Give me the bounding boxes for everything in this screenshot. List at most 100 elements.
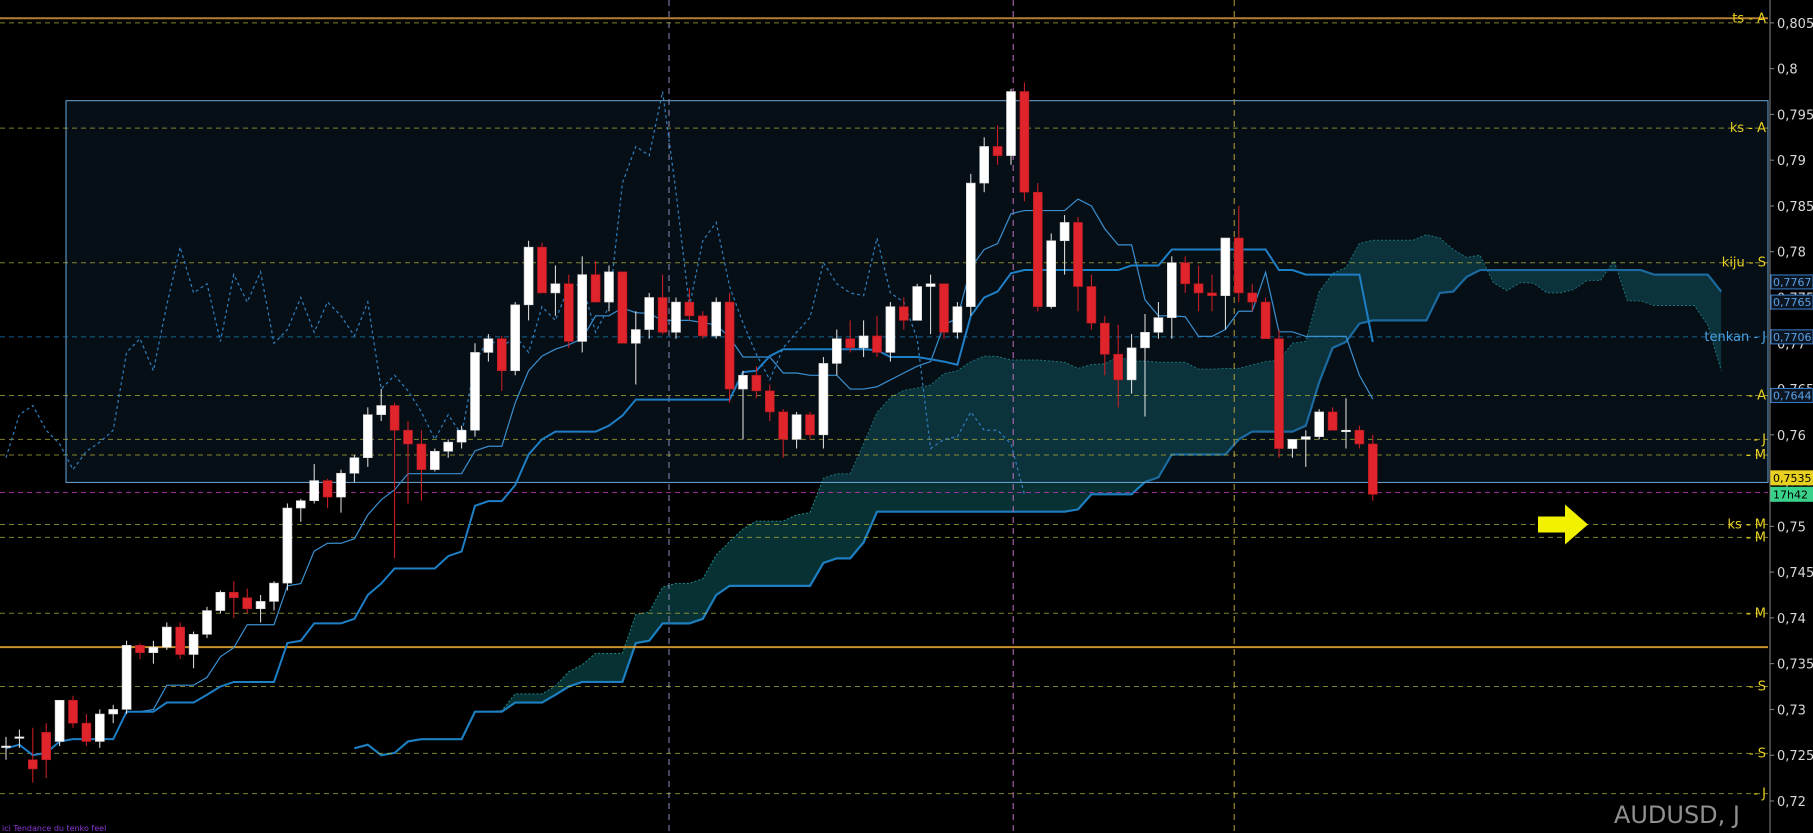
price-tag-text: 0,7767 bbox=[1773, 276, 1812, 289]
candle-body bbox=[255, 601, 266, 610]
candlestick-chart[interactable]: ts - Aks - Akiju - Stenkan - J- A- J- Mk… bbox=[0, 0, 1813, 833]
candle-body bbox=[282, 507, 293, 584]
axis-tick-label: 0,785 bbox=[1777, 200, 1813, 215]
candle-body bbox=[1260, 301, 1271, 339]
candle bbox=[563, 274, 574, 348]
candle-body bbox=[443, 441, 454, 452]
candle-body bbox=[1274, 338, 1284, 449]
candle bbox=[537, 242, 547, 294]
candle-body bbox=[1220, 237, 1231, 296]
candle bbox=[1368, 434, 1378, 501]
candle-body bbox=[322, 480, 333, 498]
corner-legend: ici Tendance du tenko feel bbox=[2, 824, 106, 833]
candle bbox=[54, 699, 65, 747]
candle bbox=[429, 448, 440, 472]
candle bbox=[510, 302, 521, 376]
candle bbox=[121, 640, 132, 714]
level-label-13: - S bbox=[1749, 746, 1766, 761]
candle-body bbox=[697, 315, 708, 337]
candle bbox=[711, 297, 722, 339]
candle-body bbox=[470, 352, 480, 431]
candle-body bbox=[577, 274, 588, 342]
candle-body bbox=[14, 736, 25, 739]
candle-body bbox=[644, 297, 655, 330]
price-tag-text: 0,7644 bbox=[1773, 389, 1812, 402]
candle-body bbox=[778, 411, 789, 440]
candle bbox=[1006, 88, 1016, 165]
candle-body bbox=[1140, 331, 1150, 349]
candle-body bbox=[1354, 429, 1365, 445]
candle bbox=[724, 292, 735, 403]
candle-body bbox=[898, 306, 909, 321]
candle-body bbox=[992, 146, 1003, 156]
candle-body bbox=[1100, 322, 1110, 355]
candle-body bbox=[563, 283, 574, 342]
candle bbox=[1314, 409, 1324, 440]
candle bbox=[1019, 82, 1030, 202]
level-label-5: - A bbox=[1748, 388, 1766, 403]
candle-body bbox=[724, 301, 735, 390]
candle-body bbox=[858, 335, 869, 349]
candle-body bbox=[537, 246, 547, 294]
candle-body bbox=[684, 301, 695, 317]
candle-body bbox=[1314, 411, 1324, 437]
axis-tick-label: 0,725 bbox=[1777, 749, 1813, 764]
candle-body bbox=[939, 283, 949, 333]
candle-body bbox=[121, 645, 132, 710]
candle-body bbox=[751, 375, 762, 392]
candle-body bbox=[188, 634, 199, 655]
candle-body bbox=[617, 271, 628, 344]
candle-body bbox=[1327, 411, 1338, 431]
candle-body bbox=[1086, 286, 1097, 324]
candle-body bbox=[1234, 237, 1244, 294]
candle bbox=[1274, 329, 1284, 458]
candle-body bbox=[831, 338, 842, 364]
candle-body bbox=[1046, 240, 1056, 307]
candle bbox=[215, 590, 226, 614]
candle-body bbox=[925, 283, 936, 287]
candle bbox=[885, 302, 896, 362]
candle-body bbox=[1033, 191, 1043, 307]
candle-body bbox=[95, 713, 105, 742]
candle bbox=[617, 271, 628, 344]
candle-body bbox=[229, 591, 239, 599]
candle bbox=[1260, 297, 1271, 339]
axis-tick-label: 0,8 bbox=[1777, 63, 1798, 78]
candle-body bbox=[1368, 443, 1378, 495]
price-tag-text: 17h42 bbox=[1773, 488, 1808, 501]
candle-body bbox=[657, 297, 668, 333]
candle-body bbox=[269, 582, 279, 602]
axis-tick-label: 0,76 bbox=[1777, 429, 1806, 444]
candle-body bbox=[27, 759, 38, 770]
level-label-6: - J bbox=[1753, 432, 1766, 447]
candle-body bbox=[711, 301, 722, 337]
candle-body bbox=[604, 271, 614, 303]
candle bbox=[965, 173, 976, 316]
axis-tick-label: 0,805 bbox=[1777, 17, 1813, 32]
candle-body bbox=[403, 429, 413, 445]
candle-body bbox=[979, 146, 990, 184]
level-label-0: ts - A bbox=[1732, 11, 1766, 26]
candle-body bbox=[1, 745, 11, 748]
candle-body bbox=[1019, 91, 1030, 193]
candle-body bbox=[362, 414, 373, 458]
level-label-10: - M bbox=[1746, 606, 1766, 621]
symbol-label: AUDUSD, J bbox=[1614, 801, 1740, 829]
candle-body bbox=[510, 304, 521, 372]
price-tag-text: 0,7765 bbox=[1773, 296, 1812, 309]
candle-body bbox=[349, 457, 360, 474]
candle-body bbox=[1153, 317, 1164, 333]
candle-body bbox=[148, 646, 159, 653]
candle bbox=[818, 357, 829, 449]
candle-body bbox=[295, 500, 306, 509]
candle-body bbox=[1180, 262, 1190, 285]
candle bbox=[362, 407, 373, 467]
level-label-3: kiju - S bbox=[1722, 256, 1766, 271]
candle-body bbox=[523, 246, 534, 306]
candle-body bbox=[738, 375, 748, 390]
candle-body bbox=[590, 274, 601, 303]
candle-body bbox=[952, 306, 963, 333]
candle-body bbox=[456, 429, 467, 443]
candle-body bbox=[1073, 222, 1083, 287]
axis-tick-label: 0,72 bbox=[1777, 795, 1806, 810]
